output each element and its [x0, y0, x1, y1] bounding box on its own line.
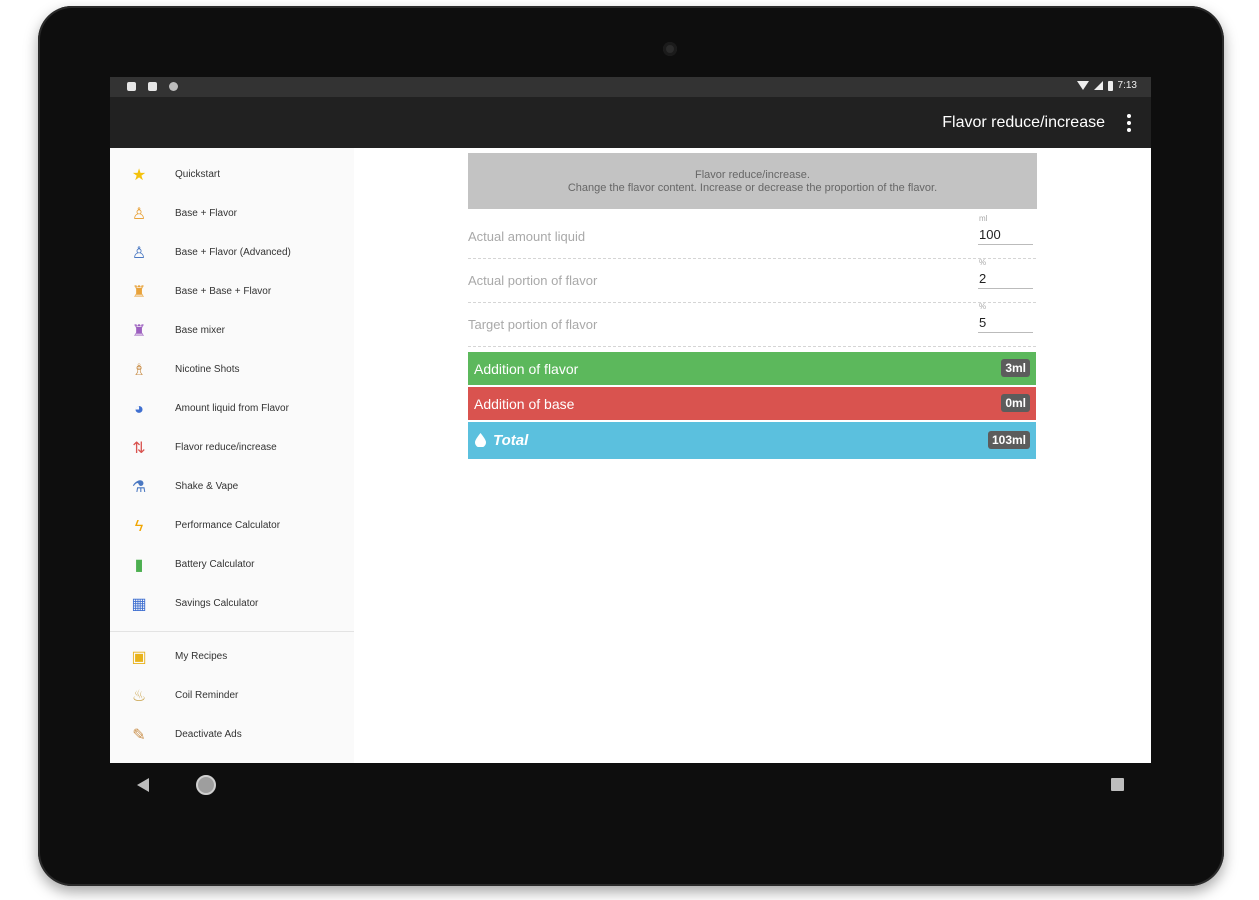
- result-total: Total 103ml: [468, 422, 1036, 459]
- status-bar: 7:13: [110, 77, 1151, 97]
- nav-label: Amount liquid from Flavor: [175, 403, 289, 414]
- field-label: Target portion of flavor: [468, 317, 598, 332]
- app-bar: Flavor reduce/increase: [110, 97, 1151, 148]
- nav-label: Deactivate Ads: [175, 729, 242, 740]
- nav-item-nicotine-shots[interactable]: ♗ Nicotine Shots: [110, 356, 354, 386]
- front-camera: [663, 42, 677, 56]
- nav-item-base-flavor-advanced[interactable]: ♙ Base + Flavor (Advanced): [110, 239, 354, 269]
- result-value-badge: 3ml: [1001, 359, 1030, 377]
- nav-label: Base + Flavor: [175, 208, 237, 219]
- nav-label: Base mixer: [175, 325, 226, 336]
- drawer-divider: [110, 631, 354, 632]
- navigation-drawer: ★ Quickstart ♙ Base + Flavor ♙ Base + Fl…: [110, 148, 355, 763]
- nav-item-base-flavor[interactable]: ♙ Base + Flavor: [110, 200, 354, 230]
- nav-label: Flavor reduce/increase: [175, 442, 277, 453]
- recent-apps-button-icon[interactable]: [1111, 778, 1124, 791]
- description-header: Flavor reduce/increase. Change the flavo…: [468, 153, 1037, 209]
- coil-reminder-icon: ♨: [131, 688, 147, 705]
- nav-item-performance-calculator[interactable]: ϟ Performance Calculator: [110, 512, 354, 542]
- nav-item-savings-calculator[interactable]: ▦ Savings Calculator: [110, 590, 354, 620]
- reduce-increase-icon: ⇅: [132, 440, 146, 457]
- nav-item-amount-liquid[interactable]: ◕ Amount liquid from Flavor: [110, 395, 354, 425]
- star-icon: ★: [131, 167, 147, 184]
- status-right: 7:13: [1076, 80, 1137, 91]
- nav-label: Base + Base + Flavor: [175, 286, 272, 297]
- base-mixer-icon: ♜: [131, 323, 147, 340]
- result-addition-base: Addition of base 0ml: [468, 387, 1036, 420]
- result-value-badge: 0ml: [1001, 394, 1030, 412]
- battery-icon: ▮: [134, 557, 144, 574]
- system-nav-bar: [110, 763, 1151, 807]
- overflow-menu-icon[interactable]: [1127, 114, 1131, 132]
- home-button-icon[interactable]: [196, 775, 216, 795]
- drop-icon: [475, 433, 486, 448]
- nav-item-coil-reminder[interactable]: ♨ Coil Reminder: [110, 682, 354, 712]
- pie-chart-icon: ◕: [134, 401, 144, 418]
- nav-item-base-base-flavor[interactable]: ♜ Base + Base + Flavor: [110, 278, 354, 308]
- bottles-icon: ♜: [131, 284, 147, 301]
- nicotine-shot-icon: ♗: [131, 362, 147, 379]
- result-label: Addition of base: [474, 396, 575, 412]
- result-label: Addition of flavor: [474, 361, 579, 377]
- calculator-content: Flavor reduce/increase. Change the flavo…: [354, 148, 1151, 763]
- nav-item-my-recipes[interactable]: ▣ My Recipes: [110, 643, 354, 673]
- field-actual-portion-flavor: Actual portion of flavor %: [468, 258, 1036, 303]
- nav-label: My Recipes: [175, 651, 228, 662]
- savings-icon: ▦: [131, 596, 147, 613]
- actual-portion-flavor-input[interactable]: [978, 268, 1033, 289]
- field-unit: %: [979, 302, 987, 311]
- result-value-badge: 103ml: [987, 431, 1030, 449]
- field-label: Actual amount liquid: [468, 229, 586, 244]
- field-unit: %: [979, 258, 987, 267]
- back-button-icon[interactable]: [137, 778, 149, 792]
- nav-label: Base + Flavor (Advanced): [175, 247, 291, 258]
- bottle-advanced-icon: ♙: [131, 245, 147, 262]
- nav-label: Savings Calculator: [175, 598, 259, 609]
- nav-item-battery-calculator[interactable]: ▮ Battery Calculator: [110, 551, 354, 581]
- sync-icon: [169, 82, 178, 91]
- device-screen: 7:13 Flavor reduce/increase ★ Quickstart…: [110, 77, 1151, 763]
- nav-item-deactivate-ads[interactable]: ✎ Deactivate Ads: [110, 721, 354, 751]
- target-portion-flavor-input[interactable]: [978, 312, 1033, 333]
- nav-item-quickstart[interactable]: ★ Quickstart: [110, 161, 354, 191]
- field-actual-amount-liquid: Actual amount liquid ml: [468, 214, 1036, 259]
- signal-icon: [1093, 81, 1103, 90]
- nav-label: Performance Calculator: [175, 520, 281, 531]
- sd-card-icon: [148, 82, 157, 91]
- app-bar-title: Flavor reduce/increase: [942, 114, 1105, 131]
- actual-amount-liquid-input[interactable]: [978, 224, 1033, 245]
- shake-vape-icon: ⚗: [131, 479, 147, 496]
- result-label: Total: [493, 432, 529, 449]
- megaphone-icon: ✎: [132, 727, 146, 744]
- recipes-icon: ▣: [131, 649, 147, 666]
- header-description: Change the flavor content. Increase or d…: [567, 181, 938, 194]
- battery-status-icon: [1107, 80, 1113, 91]
- field-unit: ml: [979, 214, 988, 223]
- nav-label: Coil Reminder: [175, 690, 239, 701]
- status-time: 7:13: [1117, 80, 1137, 91]
- lightning-icon: ϟ: [134, 518, 144, 535]
- bottle-icon: ♙: [131, 206, 147, 223]
- nav-label: Nicotine Shots: [175, 364, 240, 375]
- nav-label: Shake & Vape: [175, 481, 239, 492]
- header-title: Flavor reduce/increase.: [695, 168, 810, 181]
- nav-label: Battery Calculator: [175, 559, 255, 570]
- wifi-icon: [1076, 81, 1089, 90]
- nav-item-flavor-reduce-increase[interactable]: ⇅ Flavor reduce/increase: [110, 434, 354, 464]
- nav-label: Quickstart: [175, 169, 221, 180]
- result-addition-flavor: Addition of flavor 3ml: [468, 352, 1036, 385]
- field-label: Actual portion of flavor: [468, 273, 598, 288]
- nav-item-base-mixer[interactable]: ♜ Base mixer: [110, 317, 354, 347]
- notification-icon: [127, 82, 136, 91]
- field-target-portion-flavor: Target portion of flavor %: [468, 302, 1036, 347]
- nav-item-shake-vape[interactable]: ⚗ Shake & Vape: [110, 473, 354, 503]
